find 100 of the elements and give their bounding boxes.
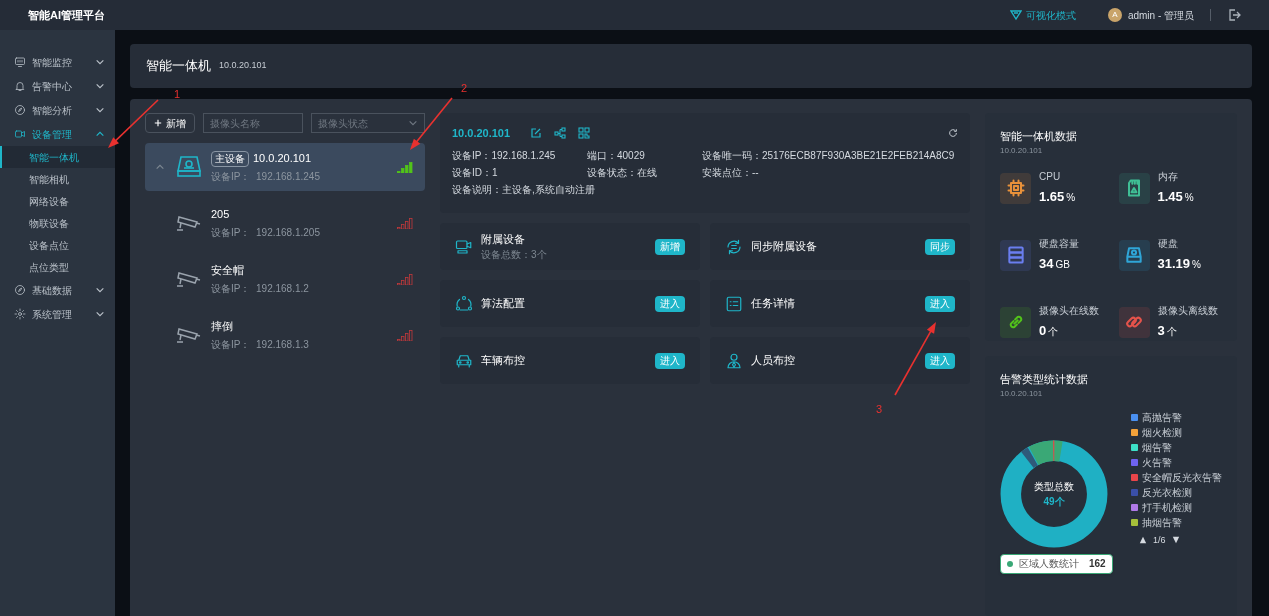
sidebar-item[interactable]: 智能监控 xyxy=(0,50,115,74)
sync-icon xyxy=(725,237,743,256)
alarm-stats-subtitle: 10.0.20.101 xyxy=(1000,387,1044,400)
app-title: 智能AI管理平台 xyxy=(28,7,105,23)
stat-label: CPU xyxy=(1039,169,1062,184)
action-title: 人员布控 xyxy=(751,353,796,369)
tooltip-value: 162 xyxy=(1089,557,1106,571)
device-item[interactable]: 摔倒 设备IP： 192.168.1.3 xyxy=(145,311,425,359)
device-ip: 设备IP： 192.168.1.3 xyxy=(211,337,310,352)
annotation-number: 1 xyxy=(174,87,181,102)
legend-label[interactable]: 高抛告警 xyxy=(1142,409,1182,425)
stat-label: 摄像头离线数 xyxy=(1157,303,1218,318)
stat-value: 1.65% xyxy=(1039,187,1076,206)
action-title: 同步附属设备 xyxy=(751,239,818,255)
device-name: 205 xyxy=(211,207,230,223)
stat-value: 1.45% xyxy=(1157,187,1194,206)
device-info-title: 10.0.20.101 xyxy=(452,126,511,141)
sidebar-item[interactable]: 基础数据 xyxy=(0,278,115,302)
sidebar-subitem[interactable]: 点位类型 xyxy=(0,256,115,278)
device-ip: 设备IP： 192.168.1.245 xyxy=(211,169,321,184)
device-tag: 主设备 xyxy=(211,150,249,167)
sidebar-item[interactable]: 智能分析 xyxy=(0,98,115,122)
alarm-stats-title: 告警类型统计数据 xyxy=(1000,372,1089,387)
device-info-field: 设备ID：1 xyxy=(452,164,498,180)
legend-pager: 1/6 xyxy=(1153,533,1166,547)
monitor-icon xyxy=(14,56,26,68)
device-info-field: 端口：40029 xyxy=(587,147,645,163)
page-title: 智能一体机 xyxy=(146,57,211,76)
compass-icon xyxy=(14,284,26,296)
plus-icon xyxy=(154,119,162,127)
annotation-arrow xyxy=(108,99,159,148)
donut-center-value: 49个 xyxy=(1043,494,1065,509)
legend-label[interactable]: 打手机检测 xyxy=(1142,499,1192,515)
stat-value: 3个 xyxy=(1157,321,1178,340)
annotation-number: 2 xyxy=(461,81,468,96)
device-item[interactable]: 主设备 10.0.20.101 设备IP： 192.168.1.245 xyxy=(145,143,425,191)
device-info-field: 设备IP：192.168.1.245 xyxy=(452,147,556,163)
legend-label[interactable]: 烟火检测 xyxy=(1142,424,1182,440)
next-page-icon[interactable] xyxy=(1171,536,1180,545)
settings-icon xyxy=(14,308,26,320)
sidebar-subitem[interactable]: 设备点位 xyxy=(0,234,115,256)
user-name[interactable]: admin - 管理员 xyxy=(1127,7,1194,23)
sidebar-item[interactable]: 设备管理 xyxy=(0,122,115,146)
device-name: 安全帽 xyxy=(211,263,244,279)
legend-label[interactable]: 火告警 xyxy=(1142,454,1172,470)
chevron-icon xyxy=(408,118,418,128)
refresh-icon[interactable] xyxy=(948,128,958,139)
camera-name-field[interactable]: 摄像头名称 xyxy=(203,113,303,133)
device-info-field: 设备说明：主设备,系统自动注册 xyxy=(452,181,595,197)
donut-center-label: 类型总数 xyxy=(1034,479,1074,494)
tooltip-label: 区域人数统计 xyxy=(1019,557,1079,571)
stats-title: 智能一体机数据 xyxy=(1000,129,1078,144)
previous-page-icon[interactable] xyxy=(1139,536,1147,545)
device-ip: 设备IP： 192.168.1.205 xyxy=(211,225,321,240)
device-info-field: 设备唯一码：25176ECB87F930A3BE21E2FEB214A8C9 xyxy=(702,147,955,163)
device-ip: 设备IP： 192.168.1.2 xyxy=(211,281,310,296)
funnel-icon xyxy=(1009,9,1022,21)
stat-label: 硬盘 xyxy=(1157,236,1179,251)
action-subtitle: 设备总数：3个 xyxy=(481,248,548,263)
bell-icon xyxy=(14,80,26,92)
sidebar-subitem[interactable]: 智能相机 xyxy=(0,168,115,190)
action-title: 车辆布控 xyxy=(481,353,526,369)
device-item[interactable]: 205 设备IP： 192.168.1.205 xyxy=(145,199,425,247)
camera-icon xyxy=(455,237,473,256)
sidebar-item[interactable]: 系统管理 xyxy=(0,302,115,326)
action-title: 附属设备 xyxy=(481,231,526,247)
nodes-icon xyxy=(455,294,473,313)
stats-subtitle: 10.0.20.101 xyxy=(1000,144,1044,157)
legend-label[interactable]: 安全帽反光衣告警 xyxy=(1142,469,1222,485)
device-info-field: 安装点位：-- xyxy=(702,164,759,180)
stat-label: 硬盘容量 xyxy=(1039,236,1079,251)
legend-label[interactable]: 烟告警 xyxy=(1142,439,1172,455)
device-name: 摔倒 xyxy=(211,319,233,335)
device-item[interactable]: 安全帽 设备IP： 192.168.1.2 xyxy=(145,255,425,303)
hard-drive-icon xyxy=(175,155,203,179)
annotation-number: 3 xyxy=(876,402,883,417)
legend-label[interactable]: 反光衣检测 xyxy=(1142,484,1192,500)
device-info-field: 设备状态：在线 xyxy=(587,164,657,180)
sidebar-subitem[interactable]: 智能一体机 xyxy=(0,146,115,168)
sidebar-subitem[interactable]: 网络设备 xyxy=(0,190,115,212)
stat-label: 摄像头在线数 xyxy=(1039,303,1099,318)
stat-value: 0个 xyxy=(1039,321,1060,340)
list-icon xyxy=(725,294,743,313)
annotation-arrow xyxy=(410,97,453,150)
person-icon xyxy=(725,351,743,370)
device-name: 10.0.20.101 xyxy=(253,151,312,167)
sidebar-item[interactable]: 告警中心 xyxy=(0,74,115,98)
share-nodes-icon[interactable] xyxy=(554,127,567,140)
qr-code-icon[interactable] xyxy=(578,127,591,140)
stat-label: 内存 xyxy=(1157,169,1179,184)
edit-icon[interactable] xyxy=(530,127,543,140)
legend-label[interactable]: 抽烟告警 xyxy=(1142,514,1182,530)
add-button[interactable]: 新增 xyxy=(145,113,195,133)
sidebar-subitem[interactable]: 物联设备 xyxy=(0,212,115,234)
visual-mode-link[interactable]: 可视化模式 xyxy=(1009,7,1076,23)
logout-icon[interactable] xyxy=(1227,8,1241,22)
action-title: 任务详情 xyxy=(751,296,796,312)
video-camera-icon xyxy=(14,128,26,140)
stat-value: 31.19% xyxy=(1157,254,1201,273)
stat-value: 34GB xyxy=(1039,254,1071,273)
